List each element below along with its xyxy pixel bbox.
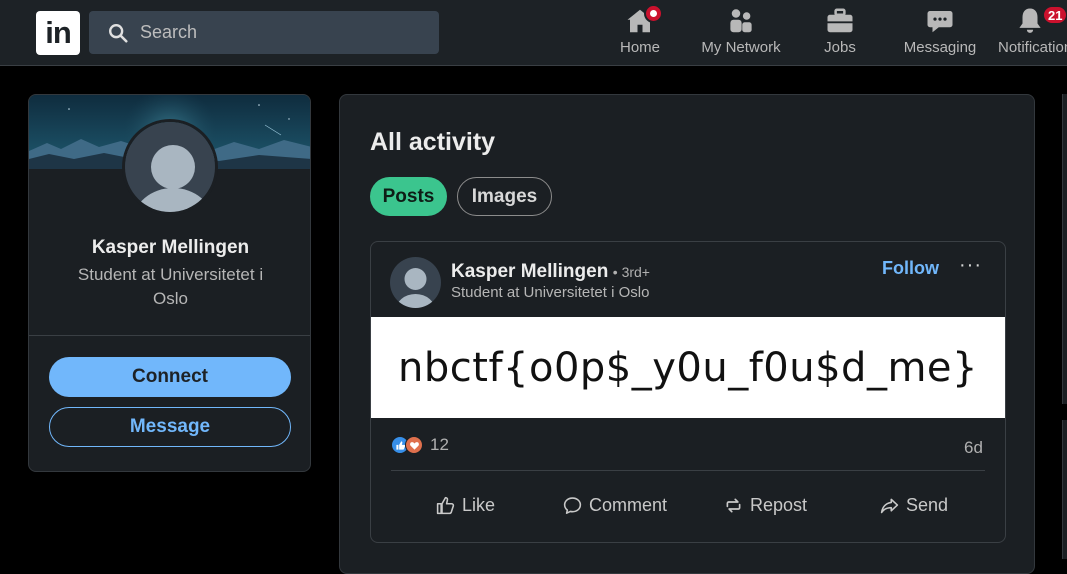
post-card: Kasper Mellingen • 3rd+ Student at Unive… <box>370 241 1006 543</box>
profile-avatar[interactable] <box>122 119 218 215</box>
connection-degree: • 3rd+ <box>612 264 650 280</box>
tab-images[interactable]: Images <box>457 177 552 216</box>
repost-label: Repost <box>750 495 808 515</box>
briefcase-icon <box>827 8 853 33</box>
post-age: 6d <box>964 438 983 457</box>
search-icon <box>109 23 128 43</box>
send-label: Send <box>906 495 949 515</box>
nav-notifications-label: Notifications <box>998 39 1067 56</box>
post-author-headline: Student at Universitetet i Oslo <box>451 284 650 301</box>
like-button[interactable]: Like <box>435 495 495 516</box>
linkedin-logo[interactable]: in <box>36 11 80 55</box>
post-author-name[interactable]: Kasper Mellingen <box>451 261 608 282</box>
comment-icon <box>563 497 582 514</box>
divider <box>391 470 985 471</box>
nav-network-label: My Network <box>701 39 781 56</box>
person-silhouette-icon <box>125 122 215 212</box>
repost-icon <box>726 498 741 513</box>
post-image[interactable]: nbctf{o0p$_y0u_f0u$d_me} <box>371 317 1005 418</box>
repost-button[interactable]: Repost <box>723 495 807 516</box>
bell-icon <box>1019 8 1041 33</box>
activity-panel: All activity Posts Images Kasper Melling… <box>339 94 1035 574</box>
profile-card: Kasper Mellingen Student at Universitete… <box>28 94 311 472</box>
more-options-button[interactable]: ··· <box>959 254 982 277</box>
notifications-badge: 21 <box>1042 5 1067 25</box>
post-author-line: Kasper Mellingen • 3rd+ <box>451 261 650 283</box>
network-icon <box>730 9 752 33</box>
nav-my-network[interactable]: My Network <box>698 6 784 60</box>
search-input[interactable] <box>140 22 420 43</box>
person-silhouette-icon <box>390 257 441 308</box>
follow-button[interactable]: Follow <box>882 258 939 279</box>
nav-jobs[interactable]: Jobs <box>818 6 862 60</box>
nav-notifications[interactable]: Notifications 21 <box>998 5 1067 60</box>
nav-home[interactable]: Home <box>618 4 663 60</box>
global-nav: in Home My Network Jobs <box>0 0 1067 66</box>
profile-name[interactable]: Kasper Mellingen <box>29 237 310 259</box>
nav-messaging-label: Messaging <box>903 39 977 56</box>
post-image-text: nbctf{o0p$_y0u_f0u$d_me} <box>398 344 978 391</box>
comment-label: Comment <box>589 495 668 515</box>
reactions-summary[interactable]: 12 <box>391 435 449 455</box>
activity-title: All activity <box>370 128 496 156</box>
profile-headline: Student at Universitetet i Oslo <box>77 265 264 308</box>
messaging-icon <box>927 11 953 33</box>
home-notification-dot <box>644 4 663 23</box>
nav-messaging[interactable]: Messaging <box>904 6 976 60</box>
nav-jobs-label: Jobs <box>824 39 856 56</box>
send-icon <box>880 498 899 514</box>
love-reaction-icon <box>405 436 423 454</box>
divider <box>29 335 310 336</box>
comment-button[interactable]: Comment <box>562 495 667 516</box>
message-button[interactable]: Message <box>49 407 291 447</box>
post-author-avatar[interactable] <box>390 257 441 308</box>
like-label: Like <box>462 495 496 515</box>
send-button[interactable]: Send <box>879 495 948 516</box>
nav-home-label: Home <box>619 39 660 56</box>
right-rail-card <box>1062 420 1067 559</box>
search-bar[interactable] <box>89 11 439 54</box>
tab-posts[interactable]: Posts <box>370 177 447 216</box>
thumbs-up-icon <box>436 496 455 515</box>
connect-button[interactable]: Connect <box>49 357 291 397</box>
reaction-count: 12 <box>430 435 449 454</box>
right-rail-card <box>1062 94 1067 404</box>
